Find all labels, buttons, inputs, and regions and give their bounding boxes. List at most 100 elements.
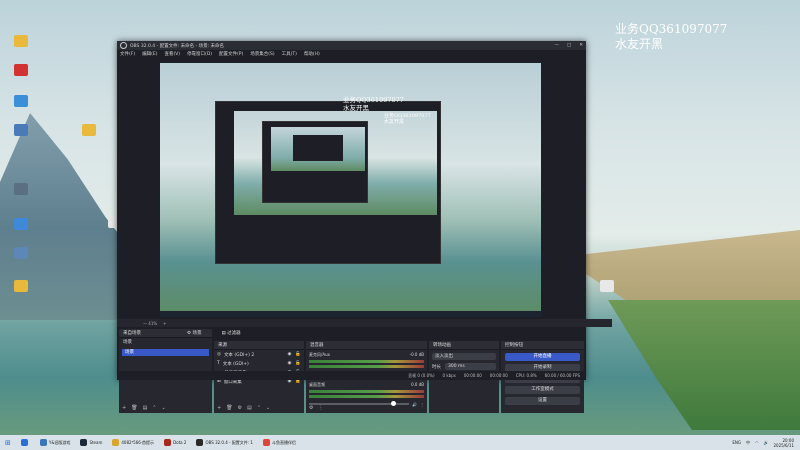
- lock-icon[interactable]: 🔓: [295, 361, 301, 366]
- menu-item[interactable]: 配置文件(P): [219, 51, 243, 57]
- settings-button[interactable]: 设置: [505, 397, 580, 405]
- sources-toolbar: + 🗑 ⚙ ▤ ⌃ ⌄: [217, 405, 270, 411]
- taskbar-app[interactable]: 4082³566·首提示: [107, 435, 159, 450]
- start-streaming-button[interactable]: 开始直播: [505, 353, 580, 361]
- taskbar-app[interactable]: [16, 435, 35, 450]
- menu-item[interactable]: 停靠窗口(D): [187, 51, 212, 57]
- transition-select[interactable]: 淡入淡出: [432, 353, 496, 360]
- app-icon: [80, 439, 88, 446]
- desktop-icon[interactable]: [4, 64, 38, 78]
- taskbar-app[interactable]: OBS 32.0.4 - 配置文件: 1: [191, 435, 258, 450]
- close-icon[interactable]: ✕: [579, 43, 583, 48]
- file-icon: [600, 280, 614, 292]
- windows-icon: ⊞: [5, 438, 11, 447]
- channel-db: 0.0 dB: [411, 382, 424, 387]
- menu-item[interactable]: 文件(F): [120, 51, 135, 57]
- mixer-settings-icon[interactable]: ⚙: [309, 405, 313, 411]
- mixer-channel: 桌面音频 0.0 dB 🔊 ⋮: [306, 380, 427, 410]
- source-down-icon[interactable]: ⌄: [266, 405, 270, 411]
- source-settings-icon[interactable]: ⚙: [238, 405, 242, 411]
- scene-item[interactable]: 场景: [122, 349, 209, 356]
- taskbar-app[interactable]: Steam: [75, 435, 107, 450]
- desktop-app-icon: [14, 183, 28, 195]
- desktop-app-icon: [14, 247, 28, 259]
- remove-source-icon[interactable]: 🗑: [226, 405, 232, 411]
- preview-canvas[interactable]: 业务QQ361097077 水友开黑 业务QQ361097077 水友开黑: [160, 63, 541, 317]
- nested-preview-2: [271, 127, 365, 171]
- desktop-icon[interactable]: [4, 218, 38, 232]
- controls-header: 控制按钮: [501, 341, 584, 350]
- nested-obs-window-2: [262, 121, 368, 203]
- menu-bar: 文件(F) 编辑(E) 查看(V) 停靠窗口(D) 配置文件(P) 场景集合(S) 工具(T…: [117, 50, 586, 58]
- source-item[interactable]: T 文本 (GDI+) ◉ 🔓: [214, 359, 304, 368]
- studio-mode-button[interactable]: 工作室模式: [505, 386, 580, 394]
- taskbar: ⊞ Y&旧版游戏 Steam 4082³566·首提示 Dota 2 OBS 32.0.4…: [0, 435, 800, 450]
- channel-db: -0.0 dB: [409, 352, 424, 357]
- preview-taskbar: [160, 311, 541, 317]
- wifi-icon[interactable]: ◠: [755, 440, 759, 445]
- mute-icon[interactable]: 🔊: [412, 402, 417, 407]
- zoom-in-button[interactable]: +: [163, 321, 166, 326]
- desktop-file-icon[interactable]: [72, 124, 106, 138]
- taskbar-app[interactable]: Y&旧版游戏: [35, 435, 76, 450]
- taskbar-app-label: Y&旧版游戏: [48, 439, 71, 445]
- taskbar-app[interactable]: Dota 2: [159, 435, 191, 450]
- tab-filters-label: 过滤器: [227, 331, 241, 336]
- add-scene-icon[interactable]: +: [122, 405, 126, 411]
- tab-filters[interactable]: ▤ 过滤器: [221, 330, 240, 336]
- duration-label: 时长: [432, 364, 441, 370]
- taskbar-app[interactable]: 斗鱼直播伴侣: [258, 435, 301, 450]
- zoom-label[interactable]: — 41%: [143, 321, 157, 326]
- mixer-toolbar: ⚙ ⋮: [309, 405, 323, 411]
- language-indicator[interactable]: ENG: [732, 440, 741, 445]
- menu-item[interactable]: 查看(V): [164, 51, 180, 57]
- desktop-icon[interactable]: [4, 124, 38, 138]
- move-down-icon[interactable]: ⌄: [162, 405, 166, 411]
- status-item: 00:00:00: [489, 373, 508, 378]
- start-button[interactable]: ⊞: [0, 435, 16, 450]
- duration-input[interactable]: 300 ms: [445, 363, 496, 370]
- desktop-icon[interactable]: [4, 95, 38, 109]
- desktop-file-icon[interactable]: [590, 280, 624, 294]
- visibility-icon[interactable]: ◉: [287, 352, 291, 357]
- clock[interactable]: 20:00 2025/6/11: [773, 438, 794, 448]
- menu-item[interactable]: 工具(T): [282, 51, 297, 57]
- move-up-icon[interactable]: ⌃: [152, 405, 156, 411]
- channel-menu-icon[interactable]: ⋮: [420, 402, 424, 407]
- visibility-icon[interactable]: ◉: [287, 361, 291, 366]
- menu-item[interactable]: 帮助(H): [304, 51, 320, 57]
- source-up-icon[interactable]: ⌃: [257, 405, 261, 411]
- add-source-icon[interactable]: +: [217, 405, 221, 411]
- desktop-icon[interactable]: [4, 280, 38, 294]
- scene-tabs: ⚙ 场景 ▤ 过滤器: [187, 330, 241, 336]
- menu-item[interactable]: 编辑(E): [142, 51, 157, 57]
- desktop-icon[interactable]: [4, 35, 38, 49]
- desktop-icon[interactable]: [4, 183, 38, 197]
- menu-item[interactable]: 场景集合(S): [250, 51, 274, 57]
- scenes-dock-title: 来自场景: [123, 331, 141, 336]
- controls-header-label: 控制按钮: [505, 343, 523, 348]
- minimize-icon[interactable]: —: [554, 43, 559, 48]
- desktop-app-icon: [14, 218, 28, 230]
- source-item[interactable]: ◎ 文本 (GDI+) 2 ◉ 🔓: [214, 350, 304, 359]
- ime-indicator[interactable]: 中: [746, 440, 750, 446]
- filter-scene-icon[interactable]: ▤: [143, 405, 148, 411]
- channel-name: 桌面音频: [309, 382, 325, 387]
- desktop-icon[interactable]: [4, 247, 38, 261]
- status-item: 60.00 / 60.00 FPS: [544, 373, 580, 378]
- volume-icon[interactable]: 🔊: [764, 440, 769, 445]
- title-bar[interactable]: OBS 32.0.4 - 配置文件: 未命名 - 场景: 未命名 — □ ✕: [117, 41, 586, 50]
- preview-watermark-line1: 业务QQ361097077: [343, 96, 404, 104]
- remove-scene-icon[interactable]: 🗑: [131, 405, 137, 411]
- lock-icon[interactable]: 🔓: [295, 352, 301, 357]
- volume-slider[interactable]: [309, 401, 410, 406]
- source-filter-icon[interactable]: ▤: [247, 405, 252, 411]
- mixer-menu-icon[interactable]: ⋮: [318, 405, 323, 411]
- volume-meter: [309, 365, 424, 368]
- obs-window[interactable]: OBS 32.0.4 - 配置文件: 未命名 - 场景: 未命名 — □ ✕ 文…: [117, 41, 612, 413]
- desktop-app-icon: [14, 280, 28, 292]
- watermark-line2: 水友开黑: [615, 37, 664, 51]
- tab-scene-label: 场景: [192, 331, 202, 336]
- tab-scene[interactable]: ⚙ 场景: [187, 330, 201, 336]
- maximize-icon[interactable]: □: [567, 43, 571, 48]
